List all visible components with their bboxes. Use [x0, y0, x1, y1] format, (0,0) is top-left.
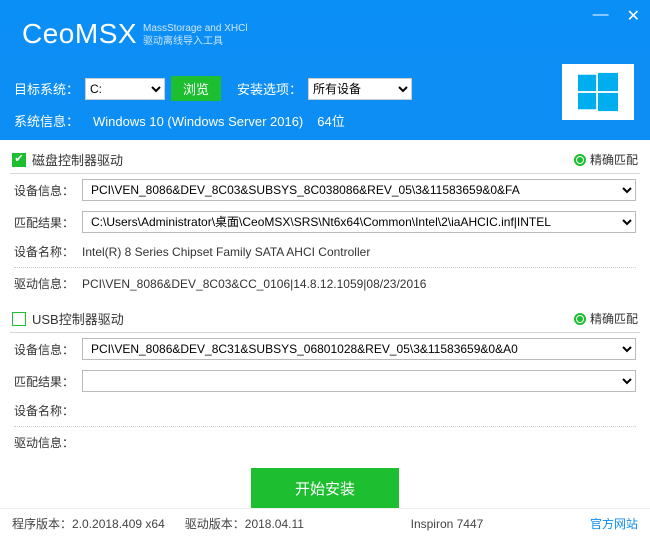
driver-info-label: 驱动信息：	[14, 275, 82, 292]
options-bar: 目标系统： C: 浏览 安装选项： 所有设备	[0, 68, 650, 111]
exact-match-radio[interactable]: 精确匹配	[574, 310, 638, 327]
windows-logo	[562, 64, 634, 120]
app-version-label: 程序版本：	[12, 515, 72, 532]
usb-controller-title: USB控制器驱动	[32, 309, 124, 328]
app-version-value: 2.0.2018.409 x64	[72, 517, 165, 531]
system-info: 系统信息：Windows 10 (Windows Server 2016)64位	[0, 111, 650, 140]
device-info-select[interactable]: PCI\VEN_8086&DEV_8C03&SUBSYS_8C038086&RE…	[82, 179, 636, 201]
disk-controller-title: 磁盘控制器驱动	[32, 150, 123, 169]
usb-controller-section: USB控制器驱动 精确匹配 设备信息： PCI\VEN_8086&DEV_8C3…	[10, 305, 640, 456]
close-button[interactable]: ✕	[627, 6, 640, 26]
usb-controller-checkbox[interactable]	[12, 312, 26, 326]
device-name-label: 设备名称：	[14, 402, 82, 419]
disk-controller-section: 磁盘控制器驱动 精确匹配 设备信息： PCI\VEN_8086&DEV_8C03…	[10, 146, 640, 297]
browse-button[interactable]: 浏览	[171, 76, 221, 101]
start-install-button[interactable]: 开始安装	[251, 468, 399, 508]
match-result-select[interactable]	[82, 370, 636, 392]
app-logo: CeoMSX	[22, 18, 137, 50]
machine-model: Inspiron 7447	[411, 517, 484, 531]
exact-match-radio[interactable]: 精确匹配	[574, 151, 638, 168]
status-bar: 程序版本： 2.0.2018.409 x64 驱动版本： 2018.04.11 …	[0, 508, 650, 540]
driver-version-value: 2018.04.11	[245, 517, 304, 531]
official-site-link[interactable]: 官方网站	[590, 515, 638, 532]
target-system-label: 目标系统：	[14, 79, 79, 98]
device-info-label: 设备信息：	[14, 341, 82, 358]
device-info-label: 设备信息：	[14, 182, 82, 199]
app-tagline: MassStorage and XHCl 驱动离线导入工具	[143, 22, 248, 48]
radio-icon	[574, 154, 586, 166]
disk-controller-checkbox[interactable]	[12, 153, 26, 167]
match-result-select[interactable]: C:\Users\Administrator\桌面\CeoMSX\SRS\Nt6…	[82, 211, 636, 233]
minimize-button[interactable]: —	[593, 6, 609, 26]
device-name-value: Intel(R) 8 Series Chipset Family SATA AH…	[82, 245, 636, 259]
drive-select[interactable]: C:	[85, 78, 165, 100]
titlebar: — ✕ CeoMSX MassStorage and XHCl 驱动离线导入工具	[0, 0, 650, 68]
install-option-label: 安装选项：	[237, 79, 302, 98]
install-option-select[interactable]: 所有设备	[308, 78, 412, 100]
match-result-label: 匹配结果：	[14, 214, 82, 231]
radio-icon	[574, 313, 586, 325]
device-info-select[interactable]: PCI\VEN_8086&DEV_8C31&SUBSYS_06801028&RE…	[82, 338, 636, 360]
driver-info-value: PCI\VEN_8086&DEV_8C03&CC_0106|14.8.12.10…	[82, 277, 636, 291]
driver-info-label: 驱动信息：	[14, 434, 82, 451]
device-name-label: 设备名称：	[14, 243, 82, 260]
driver-version-label: 驱动版本：	[185, 515, 245, 532]
match-result-label: 匹配结果：	[14, 373, 82, 390]
